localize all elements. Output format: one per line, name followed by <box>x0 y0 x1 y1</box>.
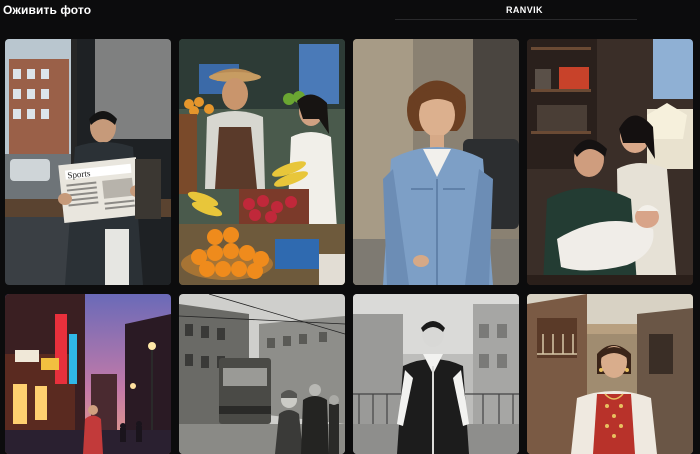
family-with-newborn-photo[interactable] <box>527 39 693 285</box>
woman-denim-jacket-photo[interactable] <box>353 39 519 285</box>
brand-label: RANVIK <box>506 5 543 15</box>
woman-folk-dress-photo[interactable] <box>527 294 693 454</box>
man-reading-newspaper-photo[interactable]: Sports <box>5 39 171 285</box>
page-title: Оживить фото <box>3 3 92 17</box>
fruit-market-couple-photo[interactable] <box>179 39 345 285</box>
header-divider <box>395 19 637 20</box>
man-tracksuit-bw-photo[interactable] <box>353 294 519 454</box>
neon-street-evening-photo[interactable] <box>5 294 171 454</box>
top-bar: Оживить фото RANVIK <box>0 0 700 28</box>
vintage-tram-street-photo[interactable] <box>179 294 345 454</box>
